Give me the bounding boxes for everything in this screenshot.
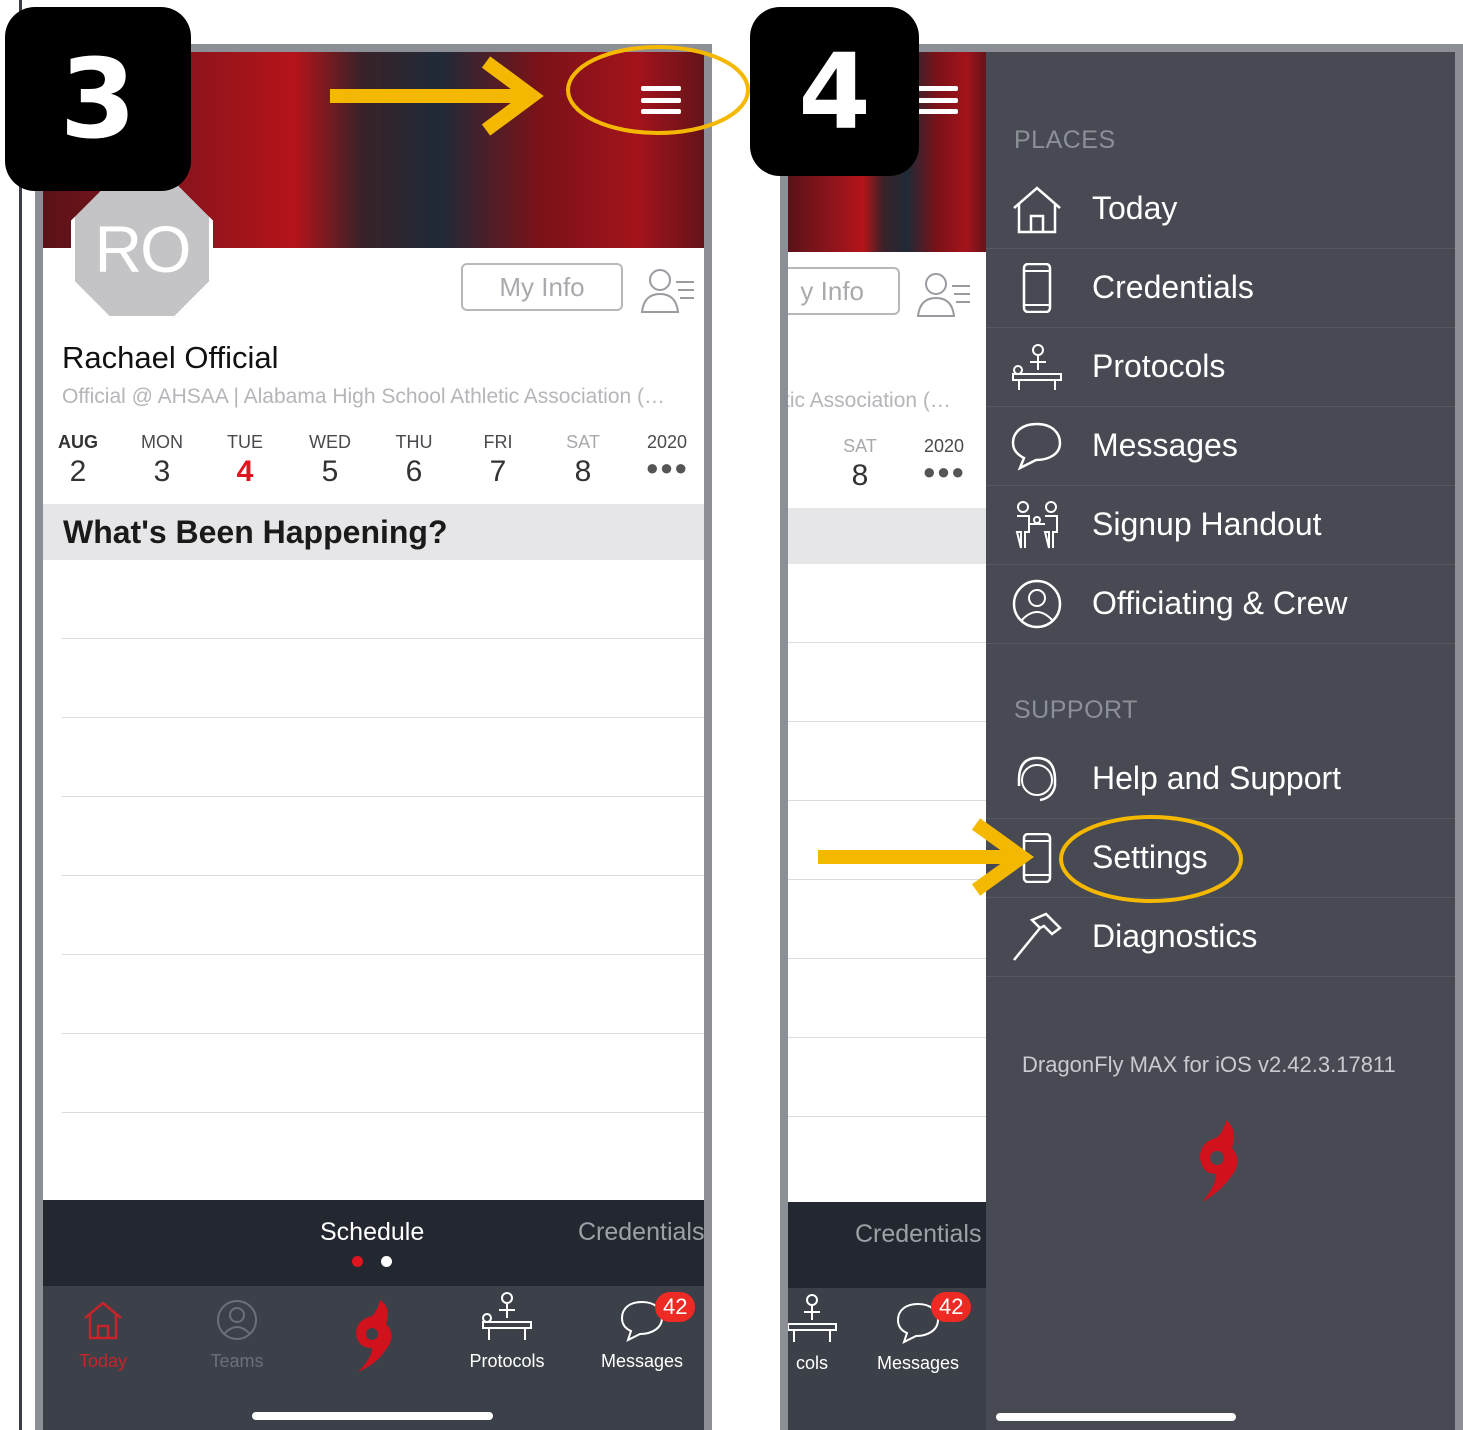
feed-section-title <box>788 508 986 564</box>
feed-row-divider <box>788 721 986 722</box>
massage-table-icon <box>1012 344 1062 390</box>
bottom-tab-bar: cols Messages 42 <box>788 1288 986 1430</box>
drawer-item-help-support[interactable]: Help and Support <box>986 740 1455 819</box>
hammer-icon <box>1013 912 1062 961</box>
day-mon-3[interactable]: MON 3 <box>127 432 197 489</box>
my-info-button[interactable]: y Info <box>788 267 900 315</box>
bottom-tab-bar: Today Teams Protocols Messages 42 <box>43 1286 704 1430</box>
feed-section-title: What's Been Happening? <box>43 504 704 560</box>
app-screen-with-drawer: y Info tic Association (… SAT8 2020●●● <box>788 52 1455 1430</box>
feed-row-divider <box>62 1033 704 1034</box>
day-aug-2[interactable]: AUG 2 <box>43 432 113 489</box>
year-more-button[interactable]: 2020 ●●● <box>909 436 979 485</box>
hamburger-menu-button[interactable] <box>918 86 958 114</box>
home-indicator[interactable] <box>996 1413 1236 1421</box>
massage-table-icon <box>482 1292 532 1340</box>
contact-card-icon[interactable] <box>640 264 696 316</box>
headset-icon <box>1017 756 1057 802</box>
tab-schedule[interactable]: Schedule <box>320 1218 424 1247</box>
content-tab-strip: Credentials <box>788 1202 986 1288</box>
home-indicator[interactable] <box>252 1412 493 1420</box>
my-info-button[interactable]: My Info <box>461 263 623 311</box>
contact-card-icon[interactable] <box>916 268 972 320</box>
feed-row-divider <box>788 642 986 643</box>
feed-row-divider <box>62 954 704 955</box>
home-icon <box>84 1301 122 1340</box>
nav-protocols[interactable]: Protocols <box>447 1290 567 1372</box>
feed-row-divider <box>788 800 986 801</box>
day-fri-7[interactable]: FRI 7 <box>463 432 533 489</box>
drawer-item-protocols[interactable]: Protocols <box>986 328 1455 407</box>
drawer-item-today[interactable]: Today <box>986 170 1455 249</box>
phone-screen-step-3: RO My Info Rachael Official Official @ A… <box>35 44 712 1430</box>
nav-teams[interactable]: Teams <box>177 1298 297 1372</box>
week-day-strip: AUG 2 MON 3 TUE 4 WED 5 THU 6 FRI 7 SAT 8 2020 ●… <box>43 432 704 492</box>
drawer-item-diagnostics[interactable]: Diagnostics <box>986 898 1455 977</box>
user-name: Rachael Official <box>62 340 279 375</box>
year-more-button[interactable]: 2020 ●●● <box>632 432 702 481</box>
messages-unread-badge: 42 <box>655 1292 696 1322</box>
feed-row-divider <box>62 638 704 639</box>
day-thu-6[interactable]: THU 6 <box>379 432 449 489</box>
drawer-item-signup-handout[interactable]: Signup Handout <box>986 486 1455 565</box>
day-sat-8[interactable]: SAT 8 <box>825 436 895 493</box>
avatar[interactable]: RO <box>71 178 213 320</box>
person-circle-icon <box>1012 579 1062 629</box>
hamburger-icon <box>918 86 958 91</box>
feed-row-divider <box>788 1116 986 1117</box>
content-tab-strip: Schedule Credentials <box>43 1200 704 1286</box>
tab-credentials[interactable]: Credentials <box>855 1220 981 1249</box>
feed-row-divider <box>62 875 704 876</box>
feed-row-divider <box>62 717 704 718</box>
phone-icon <box>1022 263 1052 313</box>
phone-screen-step-4: y Info tic Association (… SAT8 2020●●● <box>780 44 1463 1430</box>
places-section-header: PLACES <box>1014 126 1116 154</box>
massage-table-icon <box>788 1294 837 1342</box>
messages-unread-badge: 42 <box>931 1292 972 1322</box>
tab-credentials[interactable]: Credentials <box>578 1218 704 1247</box>
support-section-header: SUPPORT <box>1014 696 1138 724</box>
day-wed-5[interactable]: WED 5 <box>295 432 365 489</box>
tutorial-screenshot: RO My Info Rachael Official Official @ A… <box>0 0 1463 1430</box>
nav-today[interactable]: Today <box>43 1298 163 1372</box>
dragonfly-logo-icon[interactable] <box>346 1296 398 1376</box>
user-affiliation: Official @ AHSAA | Alabama High School A… <box>62 385 666 408</box>
user-affiliation: tic Association (… <box>788 389 951 412</box>
feed-row-divider <box>788 879 986 880</box>
pager-dot <box>381 1256 392 1267</box>
drawer-item-credentials[interactable]: Credentials <box>986 249 1455 328</box>
pager-dot-active <box>352 1256 363 1267</box>
feed-row-divider <box>788 1037 986 1038</box>
feed-row-divider <box>62 1112 704 1113</box>
left-edge-stripe <box>0 0 22 1430</box>
home-icon <box>1013 186 1061 234</box>
drawer-item-officiating-crew[interactable]: Officiating & Crew <box>986 565 1455 644</box>
day-sat-8[interactable]: SAT 8 <box>548 432 618 489</box>
app-version-label: DragonFly MAX for iOS v2.42.3.17811 <box>1022 1052 1396 1077</box>
feed-row-divider <box>788 958 986 959</box>
hamburger-menu-button[interactable] <box>641 86 681 114</box>
feed-row-divider <box>62 796 704 797</box>
app-screen: RO My Info Rachael Official Official @ A… <box>43 52 704 1430</box>
step-number-badge: 3 <box>5 7 191 191</box>
dragonfly-logo-icon <box>1200 1120 1238 1202</box>
day-tue-4[interactable]: TUE 4 <box>210 432 280 489</box>
speech-bubble-icon <box>1011 422 1062 471</box>
phone-icon <box>1022 833 1052 883</box>
step-number-badge: 4 <box>750 7 919 176</box>
family-icon <box>1015 501 1058 549</box>
drawer-item-messages[interactable]: Messages <box>986 407 1455 486</box>
drawer-item-settings[interactable]: Settings <box>986 819 1455 898</box>
hamburger-icon <box>641 86 681 91</box>
person-circle-icon <box>217 1300 257 1340</box>
navigation-drawer: PLACES Today Credentials Protocols Messa… <box>986 52 1455 1430</box>
